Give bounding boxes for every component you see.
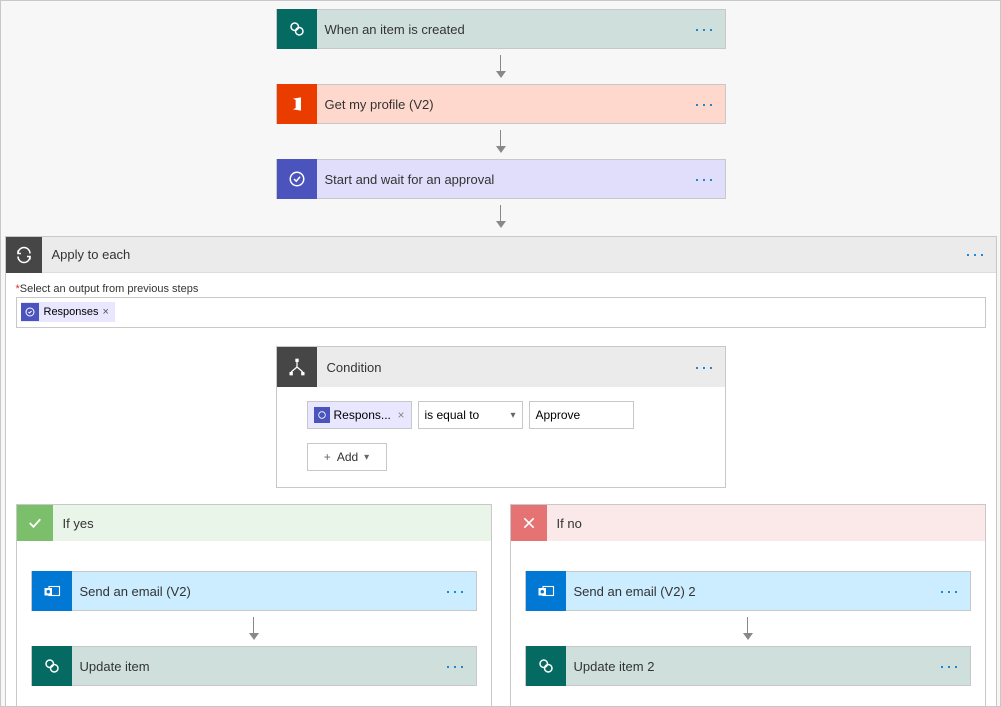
close-icon	[511, 505, 547, 541]
office-icon	[277, 84, 317, 124]
approval-title: Start and wait for an approval	[317, 172, 685, 187]
get-profile-menu[interactable]	[685, 94, 725, 115]
send-email-yes-menu[interactable]	[436, 581, 476, 602]
if-no-header[interactable]: If no	[511, 505, 985, 541]
condition-right-value[interactable]: Approve	[529, 401, 634, 429]
token-remove-icon[interactable]: ×	[397, 408, 404, 422]
send-email-no-title: Send an email (V2) 2	[566, 584, 930, 599]
sharepoint-icon	[277, 9, 317, 49]
condition-operator-dropdown[interactable]: is equal to ▾	[418, 401, 523, 429]
approval-card[interactable]: Start and wait for an approval	[276, 159, 726, 199]
arrow-icon	[743, 617, 753, 640]
plus-icon: +	[324, 450, 331, 464]
apply-to-each-title: Apply to each	[42, 247, 956, 262]
outlook-icon	[32, 571, 72, 611]
chevron-down-icon: ▾	[510, 410, 515, 421]
output-field-label: *Select an output from previous steps	[16, 283, 986, 295]
output-field[interactable]: Responses ×	[16, 297, 986, 328]
get-profile-title: Get my profile (V2)	[317, 97, 685, 112]
loop-icon	[6, 237, 42, 273]
sharepoint-icon	[32, 646, 72, 686]
condition-card: Condition Respons... ×	[276, 346, 726, 488]
arrow-icon	[496, 205, 506, 228]
update-item-no-card[interactable]: Update item 2	[525, 646, 971, 686]
chevron-down-icon: ▾	[364, 452, 369, 463]
arrow-icon	[496, 130, 506, 153]
checkmark-icon	[17, 505, 53, 541]
trigger-title: When an item is created	[317, 22, 685, 37]
get-profile-card[interactable]: Get my profile (V2)	[276, 84, 726, 124]
add-condition-button[interactable]: + Add ▾	[307, 443, 387, 471]
apply-to-each-menu[interactable]	[956, 244, 996, 265]
responses-token-label: Responses	[44, 306, 99, 318]
condition-left-value[interactable]: Respons... ×	[307, 401, 412, 429]
update-item-yes-card[interactable]: Update item	[31, 646, 477, 686]
condition-header[interactable]: Condition	[277, 347, 725, 387]
condition-row: Respons... × is equal to ▾ Approve	[307, 401, 695, 429]
trigger-menu[interactable]	[685, 19, 725, 40]
condition-icon	[277, 347, 317, 387]
arrow-icon	[496, 55, 506, 78]
condition-title: Condition	[317, 360, 685, 375]
apply-to-each-container: Apply to each *Select an output from pre…	[5, 236, 997, 707]
send-email-yes-card[interactable]: Send an email (V2)	[31, 571, 477, 611]
send-email-no-menu[interactable]	[930, 581, 970, 602]
update-item-no-title: Update item 2	[566, 659, 930, 674]
if-yes-title: If yes	[53, 516, 94, 531]
arrow-icon	[249, 617, 259, 640]
if-yes-header[interactable]: If yes	[17, 505, 491, 541]
flow-canvas: When an item is created Get my profile (…	[0, 0, 1001, 707]
update-item-yes-title: Update item	[72, 659, 436, 674]
condition-menu[interactable]	[685, 357, 725, 378]
trigger-card[interactable]: When an item is created	[276, 9, 726, 49]
if-no-title: If no	[547, 516, 582, 531]
approval-menu[interactable]	[685, 169, 725, 190]
sharepoint-icon	[526, 646, 566, 686]
approval-icon	[277, 159, 317, 199]
responses-token[interactable]: Responses ×	[21, 302, 115, 322]
token-remove-icon[interactable]: ×	[103, 306, 109, 318]
apply-to-each-header[interactable]: Apply to each	[6, 237, 996, 273]
approval-icon	[21, 303, 39, 321]
if-no-branch: If no Send an email (V2) 2	[510, 504, 986, 707]
update-item-yes-menu[interactable]	[436, 656, 476, 677]
send-email-yes-title: Send an email (V2)	[72, 584, 436, 599]
if-yes-branch: If yes Send an email (V2)	[16, 504, 492, 707]
condition-branches: If yes Send an email (V2)	[16, 504, 986, 707]
outlook-icon	[526, 571, 566, 611]
send-email-no-card[interactable]: Send an email (V2) 2	[525, 571, 971, 611]
update-item-no-menu[interactable]	[930, 656, 970, 677]
approval-icon	[314, 407, 330, 423]
